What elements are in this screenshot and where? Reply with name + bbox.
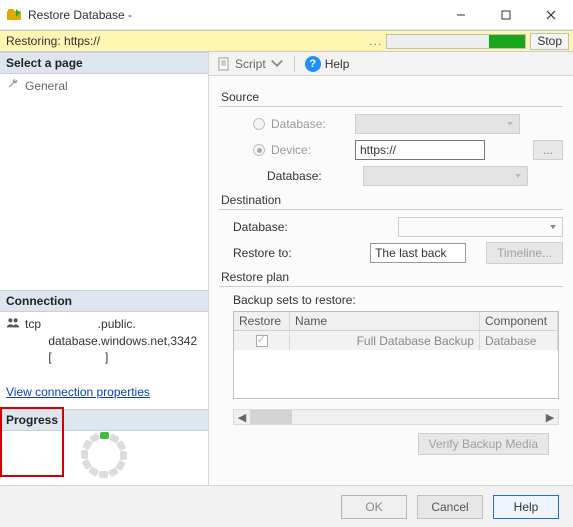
destination-database-label: Database: xyxy=(233,220,323,234)
toolbar-divider xyxy=(294,56,295,72)
chevron-down-icon xyxy=(512,170,524,185)
scroll-left-icon[interactable]: ◀ xyxy=(234,411,250,424)
close-button[interactable] xyxy=(528,0,573,30)
col-name[interactable]: Name xyxy=(290,312,480,331)
restore-plan-title: Restore plan xyxy=(221,270,563,284)
title-bar: Restore Database - xyxy=(0,0,573,30)
scroll-right-icon[interactable]: ▶ xyxy=(542,411,558,424)
ok-button[interactable]: OK xyxy=(341,495,407,519)
source-device-field[interactable]: https:// xyxy=(355,140,485,160)
source-device-radio[interactable] xyxy=(253,144,265,156)
source-database-label: Database: xyxy=(271,117,349,131)
grid-hscrollbar[interactable]: ◀ ▶ xyxy=(233,409,559,425)
destination-group-title: Destination xyxy=(221,193,563,207)
scroll-thumb[interactable] xyxy=(250,410,292,424)
wrench-icon xyxy=(6,77,20,94)
verify-backup-button: Verify Backup Media xyxy=(418,433,549,455)
restoring-label: Restoring: https:// xyxy=(6,34,100,48)
browse-device-button[interactable]: ... xyxy=(533,140,563,160)
minimize-button[interactable] xyxy=(438,0,483,30)
view-connection-properties-link[interactable]: View connection properties xyxy=(6,385,202,399)
stop-button[interactable]: Stop xyxy=(530,33,569,50)
restore-to-value: The last back xyxy=(370,243,466,263)
script-icon xyxy=(217,57,231,71)
page-general[interactable]: General xyxy=(0,74,208,97)
source-device-row: Device: https:// ... xyxy=(253,139,563,161)
window-title: Restore Database - xyxy=(28,8,132,22)
source-group-title: Source xyxy=(221,90,563,104)
ribbon-ellipsis: ... xyxy=(369,34,382,48)
connection-server: tcp .public. database.windows.net,3342 [… xyxy=(25,316,197,365)
dialog-footer: OK Cancel Help xyxy=(0,485,573,527)
source-database-select xyxy=(355,114,520,134)
restore-to-label: Restore to: xyxy=(233,246,323,260)
source-sub-database-row: Database: xyxy=(219,165,563,187)
script-label: Script xyxy=(235,57,266,71)
backup-component: Database xyxy=(480,331,558,350)
toolbar: Script ? Help xyxy=(209,52,573,76)
progress-spinner xyxy=(82,433,126,477)
restore-to-row: Restore to: The last back Timeline... xyxy=(233,242,563,264)
source-sub-database-label: Database: xyxy=(267,169,357,183)
chevron-down-icon xyxy=(547,221,559,236)
col-component[interactable]: Component xyxy=(480,312,558,331)
source-device-label: Device: xyxy=(271,143,349,157)
restore-progress-bar xyxy=(386,34,526,49)
connection-header: Connection xyxy=(0,290,208,312)
source-database-radio[interactable] xyxy=(253,118,265,130)
app-icon xyxy=(6,7,22,23)
timeline-button: Timeline... xyxy=(486,242,563,264)
left-panel: Select a page General Connection tcp .pu… xyxy=(0,52,209,485)
restore-plan-subtitle: Backup sets to restore: xyxy=(233,293,563,307)
maximize-button[interactable] xyxy=(483,0,528,30)
connection-icon xyxy=(6,316,20,334)
source-sub-database-select[interactable] xyxy=(363,166,528,186)
destination-database-select[interactable] xyxy=(398,217,563,237)
cancel-button[interactable]: Cancel xyxy=(417,495,483,519)
progress-header: Progress xyxy=(0,409,208,431)
status-ribbon: Restoring: https:// ... Stop xyxy=(0,30,573,52)
backup-row[interactable]: Full Database Backup Database xyxy=(234,331,558,350)
source-database-row: Database: xyxy=(253,113,563,135)
chevron-down-icon xyxy=(504,118,516,133)
page-general-label: General xyxy=(25,79,68,93)
script-button[interactable]: Script xyxy=(213,56,288,72)
select-page-header: Select a page xyxy=(0,52,208,74)
backup-name: Full Database Backup xyxy=(290,331,480,350)
chevron-down-icon xyxy=(270,57,284,71)
backup-sets-grid: Restore Name Component Full Database Bac… xyxy=(233,311,559,399)
col-restore[interactable]: Restore xyxy=(234,312,290,331)
help-label: Help xyxy=(325,57,350,71)
right-panel: Script ? Help Source Database: D xyxy=(209,52,573,485)
footer-help-button[interactable]: Help xyxy=(493,495,559,519)
connection-info: tcp .public. database.windows.net,3342 [… xyxy=(0,312,208,369)
restore-checkbox[interactable] xyxy=(256,335,268,347)
help-button[interactable]: ? Help xyxy=(301,55,354,73)
destination-database-row: Database: xyxy=(233,216,563,238)
help-icon: ? xyxy=(305,56,321,72)
